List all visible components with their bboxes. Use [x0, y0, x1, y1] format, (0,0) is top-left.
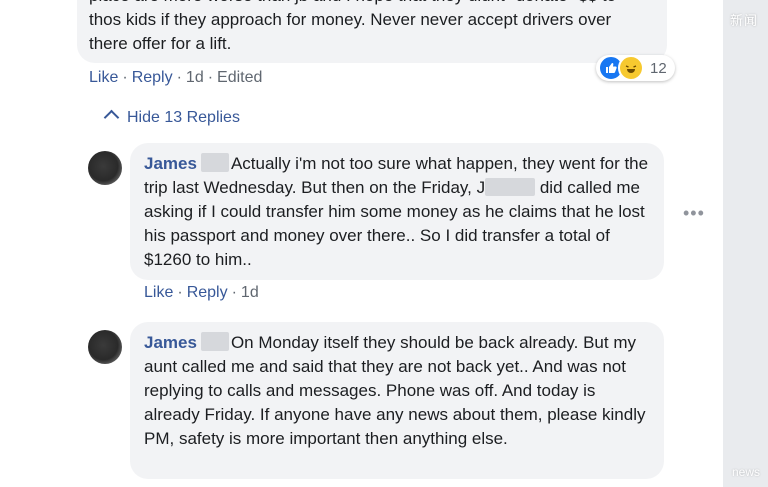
- redacted-surname: [200, 332, 229, 351]
- watermark-bottom: news: [731, 465, 760, 479]
- reply-bubble-2: James On Monday itself they should be bac…: [130, 322, 664, 479]
- reply-link[interactable]: Reply: [187, 284, 228, 301]
- watermark-top: 新闻: [729, 13, 758, 28]
- hide-replies-button[interactable]: Hide 13 Replies: [103, 109, 240, 127]
- top-comment-line-3: there offer for a lift.: [89, 34, 232, 53]
- hide-replies-label: Hide 13 Replies: [127, 109, 240, 126]
- reaction-summary[interactable]: 12: [596, 55, 675, 81]
- reaction-count: 12: [650, 59, 667, 77]
- top-comment-line-1: place are more worse than jb and I hope …: [89, 0, 659, 8]
- like-link[interactable]: Like: [144, 284, 173, 301]
- commenter-name[interactable]: James: [144, 154, 197, 173]
- haha-icon: [618, 55, 644, 81]
- avatar[interactable]: [88, 330, 122, 364]
- top-comment-line-2: thos kids if they approach for money. Ne…: [89, 10, 612, 29]
- edited-label[interactable]: Edited: [217, 69, 262, 86]
- timestamp[interactable]: 1d: [186, 69, 204, 86]
- redacted-surname: [200, 153, 229, 172]
- redacted-name: [485, 178, 536, 196]
- top-comment-actions: Like · Reply · 1d · Edited: [89, 69, 263, 86]
- right-rail: [723, 0, 768, 487]
- like-link[interactable]: Like: [89, 69, 118, 86]
- reply-1-actions: Like · Reply · 1d: [144, 284, 259, 301]
- comment-thread: place are more worse than jb and I hope …: [0, 0, 723, 487]
- timestamp[interactable]: 1d: [241, 284, 259, 301]
- reply-link[interactable]: Reply: [132, 69, 173, 86]
- more-options-icon[interactable]: •••: [683, 203, 705, 224]
- commenter-name[interactable]: James: [144, 333, 197, 352]
- chevron-up-icon: [103, 109, 120, 126]
- top-comment-bubble: place are more worse than jb and I hope …: [77, 0, 667, 63]
- avatar[interactable]: [88, 151, 122, 185]
- reply-bubble-1: James Actually i'm not too sure what happ…: [130, 143, 664, 280]
